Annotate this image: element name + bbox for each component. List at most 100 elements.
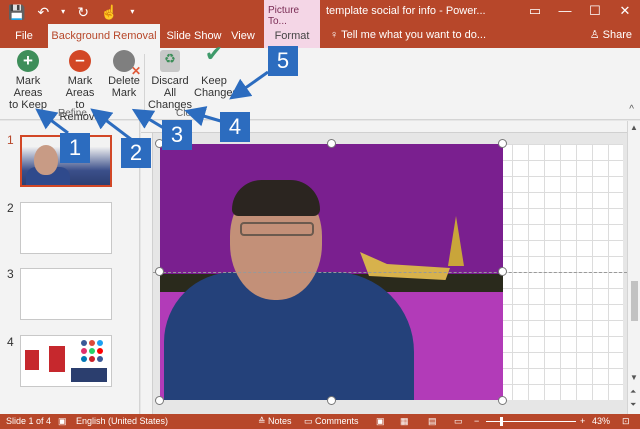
fit-slide-icon[interactable]: ⊡ <box>622 416 630 427</box>
slide-sorter-icon[interactable]: ▦ <box>400 416 409 427</box>
slide-number: 3 <box>7 267 14 281</box>
callout-1: 1 <box>60 133 90 163</box>
slide-number: 2 <box>7 201 14 215</box>
tell-me-text: Tell me what you want to do... <box>341 29 487 41</box>
tab-format[interactable]: Format <box>264 24 320 48</box>
window-controls: ▭ — ☐ ✕ <box>520 0 640 24</box>
resize-handle[interactable] <box>498 139 507 148</box>
thumbnail-person-face <box>34 145 58 175</box>
mark-keep-line2: to Keep <box>9 99 47 111</box>
slide-number: 1 <box>7 133 14 147</box>
thumbnail-social-icons <box>81 340 109 362</box>
delete-line2: Mark <box>111 87 137 99</box>
tab-file[interactable]: File <box>0 24 48 48</box>
resize-handle[interactable] <box>327 139 336 148</box>
zoom-slider-knob[interactable] <box>500 417 503 426</box>
maximize-icon[interactable]: ☐ <box>580 0 610 24</box>
slide-thumbnail-2[interactable] <box>20 202 112 254</box>
marquee-midline <box>153 272 627 273</box>
comments-label: Comments <box>315 416 359 426</box>
notes-button[interactable]: ≙ Notes <box>258 416 292 427</box>
pagoda-shape <box>448 216 464 266</box>
slide-number: 4 <box>7 335 14 349</box>
close-icon[interactable]: ✕ <box>610 0 640 24</box>
next-slide-icon[interactable]: ⏷ <box>630 400 636 410</box>
mark-remove-line1: Mark Areas <box>65 75 95 99</box>
resize-handle[interactable] <box>155 396 164 405</box>
callout-3: 3 <box>162 120 192 150</box>
redo-icon[interactable]: ↻ <box>77 4 89 20</box>
zoom-in-icon[interactable]: + <box>580 416 585 426</box>
slide-thumbnail-3[interactable] <box>20 268 112 320</box>
resize-handle[interactable] <box>327 396 336 405</box>
scroll-down-icon[interactable]: ▼ <box>630 373 638 382</box>
thumbnail-red-card <box>49 346 65 372</box>
royal-barge-shape <box>360 252 450 280</box>
collapse-ribbon-icon[interactable]: ^ <box>629 104 634 115</box>
keep-line1: Keep <box>201 75 227 87</box>
picture-tools-header: Picture To... <box>264 0 320 27</box>
vertical-ruler <box>141 133 153 414</box>
slide-counter: Slide 1 of 4 <box>6 416 52 426</box>
resize-handle[interactable] <box>498 267 507 276</box>
document-title: template social for info - Power... <box>326 5 486 17</box>
status-bar: Slide 1 of 4 ▣ English (United States) ≙… <box>0 414 640 429</box>
previous-slide-icon[interactable]: ⏶ <box>630 387 636 397</box>
share-button[interactable]: ♙ Share <box>590 28 632 41</box>
slideshow-view-icon[interactable]: ▭ <box>454 416 463 427</box>
discard-all-changes-button[interactable]: Discard All Changes <box>146 50 194 111</box>
tab-view[interactable]: View <box>226 24 260 48</box>
group-separator <box>144 54 145 116</box>
resize-handle[interactable] <box>155 267 164 276</box>
checkmark-icon <box>203 48 225 72</box>
group-label-close: Close <box>176 108 202 119</box>
resize-handle[interactable] <box>498 396 507 405</box>
save-icon[interactable]: 💾 <box>8 4 25 20</box>
tell-me-search[interactable]: ♀ Tell me what you want to do... <box>330 29 486 41</box>
ribbon-tabs: File Background Removal Slide Show View … <box>0 24 640 48</box>
quick-access-toolbar: 💾 ↶ ▾ ↻ ☝ ▾ <box>8 4 134 20</box>
minus-pencil-icon <box>69 50 91 72</box>
callout-5: 5 <box>268 46 298 76</box>
person-hair <box>232 180 320 216</box>
keep-line2: Changes <box>194 87 239 99</box>
thumbnail-dark-card <box>71 368 107 382</box>
plus-pencil-icon <box>17 50 39 72</box>
share-label: Share <box>602 29 632 41</box>
horizontal-ruler <box>141 121 627 133</box>
ribbon-display-options-icon[interactable]: ▭ <box>520 0 550 24</box>
notes-icon: ≙ <box>258 416 269 426</box>
undo-icon[interactable]: ↶ <box>37 4 49 20</box>
callout-4: 4 <box>220 112 250 142</box>
touch-mode-icon[interactable]: ☝ <box>101 4 118 20</box>
callout-2: 2 <box>121 138 151 168</box>
comments-button[interactable]: ▭ Comments <box>304 416 359 427</box>
tab-background-removal[interactable]: Background Removal <box>48 24 160 48</box>
comment-icon: ▭ <box>304 416 316 426</box>
normal-view-icon[interactable]: ▣ <box>376 416 385 427</box>
mark-areas-to-keep-button[interactable]: Mark Areas to Keep <box>2 50 54 111</box>
keep-changes-button[interactable]: Keep Changes <box>194 48 238 99</box>
zoom-level[interactable]: 43% <box>592 416 610 426</box>
reading-view-icon[interactable]: ▤ <box>428 416 437 427</box>
undo-dropdown-icon[interactable]: ▾ <box>61 4 65 20</box>
delete-mark-icon <box>113 50 141 77</box>
ribbon: Mark Areas to Keep Mark Areas to Remove … <box>0 48 640 123</box>
recycle-bin-icon <box>160 50 180 72</box>
thumbnail-red-card <box>25 350 39 370</box>
scroll-up-icon[interactable]: ▲ <box>630 123 638 132</box>
scroll-thumb[interactable] <box>631 281 638 321</box>
vertical-scrollbar[interactable]: ▲ ▼ ⏶ ⏷ <box>627 121 640 414</box>
person-glasses <box>240 222 314 236</box>
customize-qat-icon[interactable]: ▾ <box>130 4 134 20</box>
delete-mark-button[interactable]: Delete Mark <box>106 50 142 99</box>
zoom-out-icon[interactable]: − <box>474 416 479 426</box>
language-status[interactable]: English (United States) <box>76 416 168 426</box>
slide-thumbnail-pane: 1 2 3 4 <box>0 121 140 414</box>
title-bar: 💾 ↶ ▾ ↻ ☝ ▾ Picture To... template socia… <box>0 0 640 27</box>
person-icon: ♙ <box>589 29 603 41</box>
spellcheck-icon[interactable]: ▣ <box>58 416 67 427</box>
minimize-icon[interactable]: — <box>550 0 580 24</box>
slide-thumbnail-4[interactable] <box>20 335 112 387</box>
discard-line1: Discard All <box>151 75 189 99</box>
